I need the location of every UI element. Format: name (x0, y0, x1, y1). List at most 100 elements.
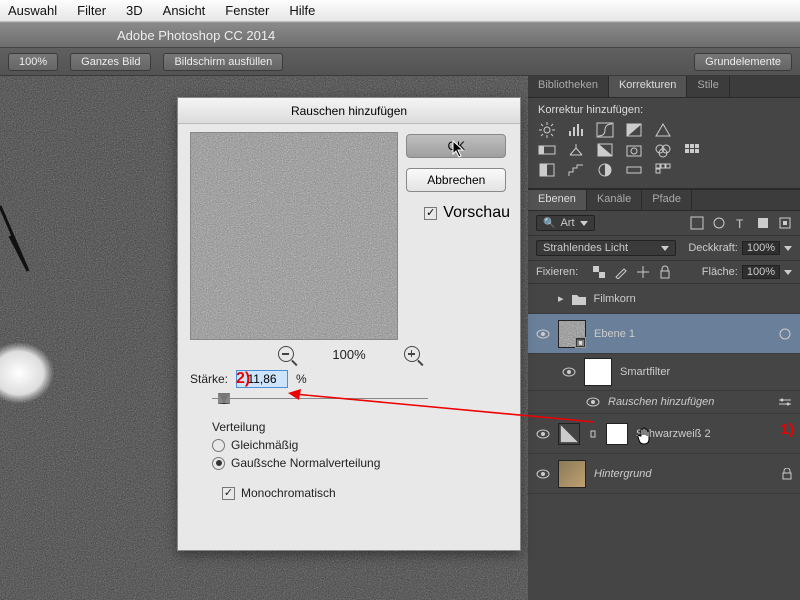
link-icon[interactable] (588, 423, 598, 445)
menu-help[interactable]: Hilfe (289, 3, 315, 18)
fill-value[interactable]: 100% (742, 265, 780, 279)
fit-screen-button[interactable]: Ganzes Bild (70, 53, 151, 71)
zoom-in-icon[interactable] (404, 346, 420, 362)
radio-checked-icon (212, 457, 225, 470)
dialog-title: Rauschen hinzufügen (178, 98, 520, 124)
layer-kind-dropdown[interactable]: 🔍Art (536, 215, 595, 231)
layer-thumbnail[interactable]: ▣ (558, 320, 586, 348)
chevron-down-icon (661, 246, 669, 251)
menu-selection[interactable]: Auswahl (8, 3, 57, 18)
options-bar: 100% Ganzes Bild Bildschirm ausfüllen Gr… (0, 48, 800, 76)
filter-smart-icon[interactable] (778, 216, 792, 230)
add-noise-dialog: Rauschen hinzufügen 100% Stärke: % Verte… (177, 97, 521, 551)
menu-filter[interactable]: Filter (77, 3, 106, 18)
vibrance-icon[interactable] (654, 122, 672, 138)
radio-uniform[interactable]: Gleichmäßig (212, 438, 508, 452)
strength-unit: % (296, 372, 307, 386)
filter-pixel-icon[interactable] (690, 216, 704, 230)
visibility-icon[interactable] (562, 365, 576, 379)
visibility-icon[interactable] (536, 327, 550, 341)
layer-group-filmkorn[interactable]: ▸ Filmkorn (528, 284, 800, 314)
checkbox-checked-icon (222, 487, 235, 500)
lock-position-icon[interactable] (636, 265, 650, 279)
checkbox-label: Vorschau (443, 204, 510, 222)
zoom-out-icon[interactable] (278, 346, 294, 362)
lock-transparency-icon[interactable] (592, 265, 606, 279)
visibility-off-icon[interactable] (536, 292, 550, 306)
levels-icon[interactable] (567, 122, 585, 138)
filter-shape-icon[interactable] (756, 216, 770, 230)
brightness-icon[interactable] (538, 122, 556, 138)
visibility-icon[interactable] (536, 467, 550, 481)
posterize-icon[interactable] (567, 162, 585, 178)
zoom-level-button[interactable]: 100% (8, 53, 58, 71)
right-panels: Bibliotheken Korrekturen Stile Korrektur… (528, 76, 800, 600)
layer-label: Hintergrund (594, 468, 774, 480)
visibility-icon[interactable] (586, 395, 600, 409)
layer-bw-adjustment[interactable]: Schwarzweiß 2 (528, 414, 800, 454)
opacity-label: Deckkraft: (688, 242, 738, 254)
lock-pixels-icon[interactable] (614, 265, 628, 279)
layer-background[interactable]: Hintergrund (528, 454, 800, 494)
layer-ebene1[interactable]: ▣ Ebene 1 (528, 314, 800, 354)
chevron-down-icon[interactable] (784, 270, 792, 275)
fill-label: Fläche: (702, 266, 738, 278)
bw-icon[interactable] (596, 142, 614, 158)
chevron-down-icon[interactable] (784, 246, 792, 251)
workspace-button[interactable]: Grundelemente (694, 53, 792, 71)
tab-libraries[interactable]: Bibliotheken (528, 76, 609, 97)
distribution-label: Verteilung (212, 420, 508, 434)
layer-mask-thumbnail[interactable] (606, 423, 628, 445)
disclosure-triangle-icon[interactable]: ▸ (558, 292, 564, 305)
filter-adjust-icon[interactable] (712, 216, 726, 230)
layer-label: Rauschen hinzufügen (608, 396, 770, 408)
blend-mode-dropdown[interactable]: Strahlendes Licht (536, 240, 676, 256)
color-lookup-icon[interactable] (683, 142, 701, 158)
monochrome-checkbox[interactable]: Monochromatisch (222, 486, 508, 500)
layer-noise-filter[interactable]: Rauschen hinzufügen (528, 391, 800, 414)
exposure-icon[interactable] (625, 122, 643, 138)
tab-styles[interactable]: Stile (687, 76, 729, 97)
smart-object-icon: ▣ (575, 337, 586, 348)
tab-paths[interactable]: Pfade (642, 190, 692, 210)
layer-filter-row: 🔍Art T (528, 211, 800, 236)
curves-icon[interactable] (596, 122, 614, 138)
filter-toggle-icon[interactable] (778, 327, 792, 341)
menu-window[interactable]: Fenster (225, 3, 269, 18)
radio-gaussian[interactable]: Gaußsche Normalverteilung (212, 456, 508, 470)
lock-all-icon[interactable] (658, 265, 672, 279)
gradient-map-icon[interactable] (625, 162, 643, 178)
fill-screen-button[interactable]: Bildschirm ausfüllen (163, 53, 283, 71)
menu-3d[interactable]: 3D (126, 3, 143, 18)
opacity-value[interactable]: 100% (742, 241, 780, 255)
color-balance-icon[interactable] (567, 142, 585, 158)
noise-preview[interactable] (190, 132, 398, 340)
layer-label: Schwarzweiß 2 (636, 428, 792, 440)
layer-thumbnail[interactable] (558, 460, 586, 488)
tab-adjustments[interactable]: Korrekturen (609, 76, 687, 97)
strength-label: Stärke: (190, 372, 228, 386)
photo-filter-icon[interactable] (625, 142, 643, 158)
blend-mode-row: Strahlendes Licht Deckkraft: 100% (528, 236, 800, 261)
invert-icon[interactable] (538, 162, 556, 178)
hue-icon[interactable] (538, 142, 556, 158)
tab-channels[interactable]: Kanäle (587, 190, 642, 210)
tab-layers[interactable]: Ebenen (528, 190, 587, 210)
visibility-icon[interactable] (536, 427, 550, 441)
lock-label: Fixieren: (536, 266, 578, 278)
cancel-button[interactable]: Abbrechen (406, 168, 506, 192)
checkbox-label: Monochromatisch (241, 486, 336, 500)
strength-slider[interactable] (212, 392, 508, 406)
filter-mask-thumbnail[interactable] (584, 358, 612, 386)
threshold-icon[interactable] (596, 162, 614, 178)
channel-mixer-icon[interactable] (654, 142, 672, 158)
app-title: Adobe Photoshop CC 2014 (117, 28, 275, 43)
adjustment-thumbnail[interactable] (558, 423, 580, 445)
layer-smartfilter[interactable]: Smartfilter (528, 354, 800, 391)
filter-type-icon[interactable]: T (734, 216, 748, 230)
app-titlebar: Adobe Photoshop CC 2014 (0, 22, 800, 48)
menu-view[interactable]: Ansicht (163, 3, 206, 18)
selective-color-icon[interactable] (654, 162, 672, 178)
filter-settings-icon[interactable] (778, 395, 792, 409)
preview-checkbox[interactable]: Vorschau (424, 204, 510, 222)
